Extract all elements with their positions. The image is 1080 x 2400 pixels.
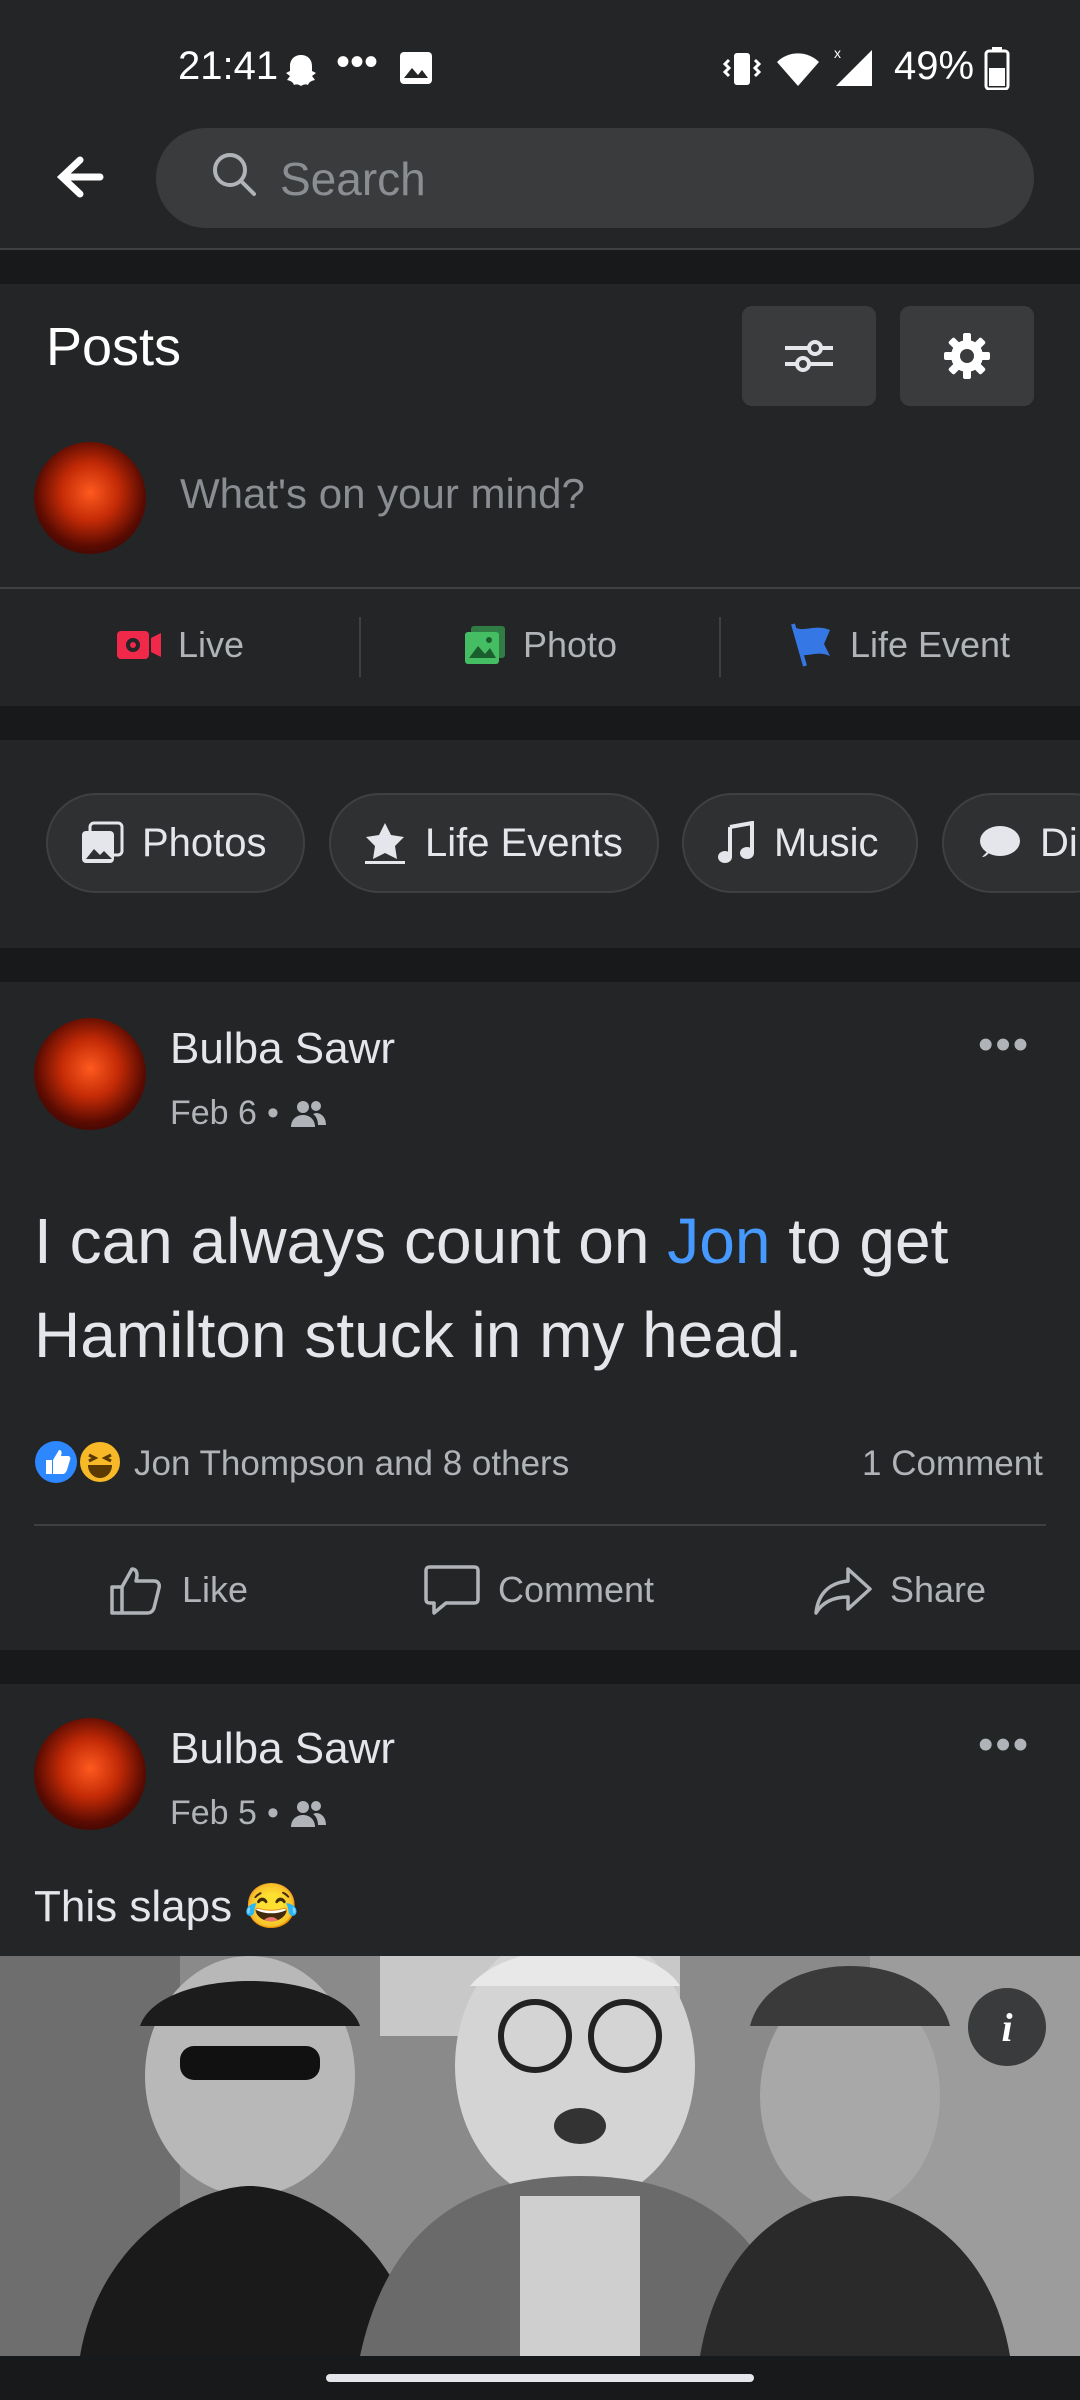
photo-label: Photo xyxy=(522,624,618,665)
posts-title: Posts xyxy=(46,317,182,377)
info-button[interactable]: i xyxy=(968,1988,1046,2066)
chip-music[interactable]: Music xyxy=(682,793,918,893)
avatar[interactable] xyxy=(34,442,146,554)
divider xyxy=(34,1524,1046,1526)
post-author[interactable]: Bulba Sawr xyxy=(170,1024,395,1074)
composer-prompt[interactable]: What's on your mind? xyxy=(180,470,585,518)
chip-di[interactable]: Di xyxy=(942,793,1080,893)
vibrate-icon xyxy=(722,53,762,85)
gallery-notification-icon xyxy=(400,52,432,84)
post-author[interactable]: Bulba Sawr xyxy=(170,1724,395,1774)
post-date[interactable]: Feb 5 xyxy=(170,1794,257,1833)
life-event-label: Life Event xyxy=(849,624,1011,665)
mention-link[interactable]: Jon xyxy=(667,1205,770,1277)
post-date[interactable]: Feb 6 xyxy=(170,1094,257,1133)
post-photo[interactable]: i xyxy=(0,1956,1080,2356)
settings-button[interactable] xyxy=(900,306,1034,406)
like-label: Like xyxy=(182,1569,249,1610)
post-meta: Feb 5 • xyxy=(170,1794,327,1833)
comment-bubble-icon xyxy=(424,1565,480,1615)
search-placeholder: Search xyxy=(280,153,426,205)
battery-percent: 49% xyxy=(894,44,975,88)
comment-button[interactable]: Comment xyxy=(424,1550,654,1630)
more-options-icon[interactable]: ••• xyxy=(978,1020,1030,1070)
like-button[interactable]: Like xyxy=(108,1550,248,1630)
friends-audience-icon xyxy=(290,1100,326,1127)
chip-label: Life Events xyxy=(425,820,623,865)
share-label: Share xyxy=(890,1569,987,1610)
life-event-button[interactable]: Life Event xyxy=(720,590,1080,700)
chip-photos[interactable]: Photos xyxy=(46,793,305,893)
music-note-icon xyxy=(718,821,754,863)
live-button[interactable]: Live xyxy=(0,590,360,700)
post-text: I can always count on Jon to get Hamilto… xyxy=(34,1194,1044,1382)
more-options-icon[interactable]: ••• xyxy=(978,1720,1030,1770)
photo-button[interactable]: Photo xyxy=(360,590,720,700)
wifi-icon xyxy=(777,53,819,86)
chip-life-events[interactable]: Life Events xyxy=(329,793,659,893)
snapchat-icon xyxy=(286,55,316,86)
divider xyxy=(0,587,1080,589)
photos-icon xyxy=(82,821,124,863)
battery-icon xyxy=(984,47,1010,90)
meta-separator: • xyxy=(266,1094,279,1132)
meta-separator: • xyxy=(266,1794,279,1832)
avatar[interactable] xyxy=(34,1018,146,1130)
info-icon: i xyxy=(1001,2004,1013,2050)
like-reaction-icon xyxy=(35,1441,77,1483)
live-video-icon xyxy=(116,631,161,659)
filter-button[interactable] xyxy=(742,306,876,406)
chip-label: Music xyxy=(774,820,879,865)
back-arrow-icon[interactable] xyxy=(54,154,104,200)
friends-audience-icon xyxy=(290,1800,326,1827)
status-time: 21:41 xyxy=(178,44,279,88)
gear-icon xyxy=(944,333,990,379)
haha-reaction-icon xyxy=(78,1440,122,1484)
signal-icon: x xyxy=(834,45,872,86)
thumbs-up-icon xyxy=(110,1567,161,1615)
chat-bubble-icon xyxy=(980,826,1020,857)
comments-count[interactable]: 1 Comment xyxy=(862,1444,1043,1484)
post-text: This slaps 😂 xyxy=(34,1882,300,1931)
sliders-icon xyxy=(785,340,833,372)
chip-label: Di xyxy=(1040,820,1078,865)
svg-text:x: x xyxy=(834,45,841,61)
photo-icon xyxy=(464,626,505,664)
avatar[interactable] xyxy=(34,1718,146,1830)
chip-label: Photos xyxy=(142,820,267,865)
home-gesture-handle[interactable] xyxy=(326,2374,754,2382)
flag-icon xyxy=(791,623,830,667)
comment-label: Comment xyxy=(498,1569,655,1610)
post-text-start: I can always count on xyxy=(34,1205,668,1277)
search-icon xyxy=(213,153,256,196)
live-label: Live xyxy=(177,624,245,665)
star-icon xyxy=(365,823,405,864)
more-notifications-icon: ••• xyxy=(336,40,379,84)
share-arrow-icon xyxy=(814,1567,872,1615)
photo-figures xyxy=(0,1956,1080,2356)
share-button[interactable]: Share xyxy=(814,1550,986,1630)
reactions-summary[interactable]: Jon Thompson and 8 others xyxy=(134,1444,569,1484)
post-meta: Feb 6 • xyxy=(170,1094,327,1133)
